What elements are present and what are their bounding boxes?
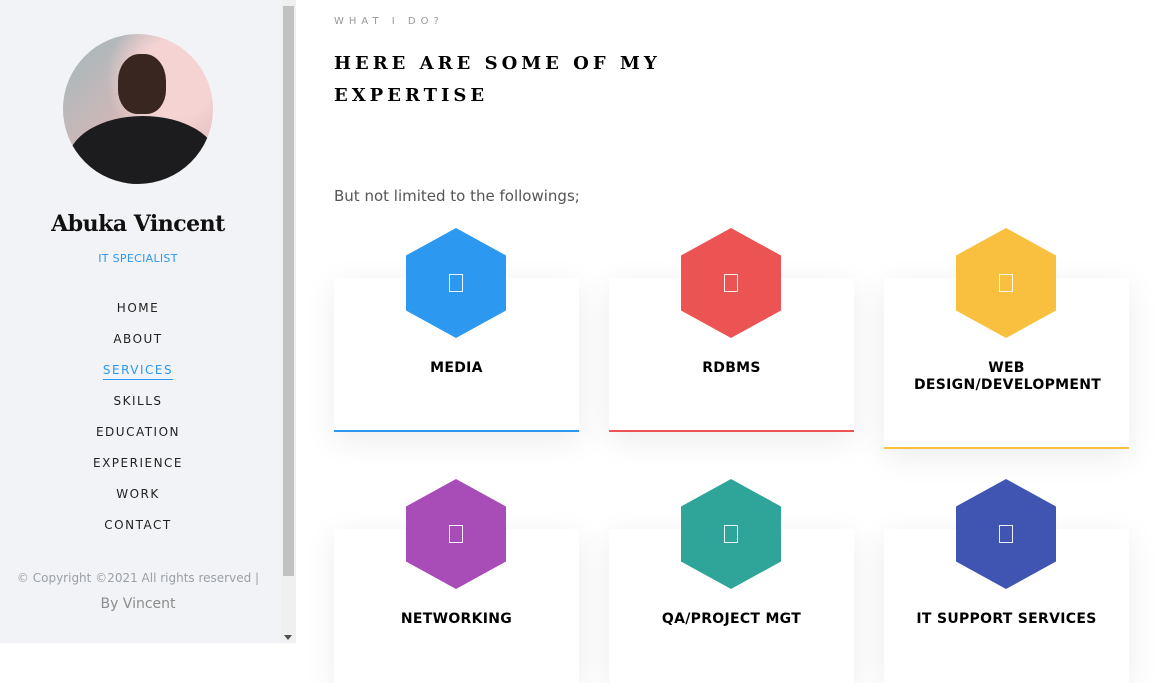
service-card-rdbms: RDBMS	[609, 228, 854, 432]
service-title: NETWORKING	[400, 611, 513, 627]
service-icon	[999, 525, 1013, 543]
service-title: QA/PROJECT MGT	[661, 611, 802, 627]
scrollbar-thumb[interactable]	[283, 6, 294, 576]
sidebar: Abuka Vincent IT SPECIALIST HOME ABOUT S…	[0, 0, 281, 643]
main-nav: HOME ABOUT SERVICES SKILLS EDUCATION EXP…	[0, 297, 276, 545]
service-title: RDBMS	[702, 360, 761, 376]
service-hex-it-support	[956, 479, 1056, 589]
services-section: WHAT I DO? HERE ARE SOME OF MY EXPERTISE…	[296, 0, 1165, 683]
nav-home[interactable]: HOME	[117, 301, 159, 317]
service-hex-networking	[406, 479, 506, 589]
profile-avatar	[63, 34, 213, 184]
service-icon	[724, 525, 738, 543]
nav-work[interactable]: WORK	[116, 487, 160, 503]
profile-name: Abuka Vincent	[51, 211, 225, 237]
section-eyebrow: WHAT I DO?	[334, 16, 444, 27]
nav-services[interactable]: SERVICES	[102, 363, 174, 380]
nav-skills[interactable]: SKILLS	[113, 394, 162, 410]
service-card-it-support: IT SUPPORT SERVICES	[884, 479, 1129, 683]
service-underline	[609, 430, 854, 432]
service-underline	[884, 447, 1129, 449]
service-hex-qa	[681, 479, 781, 589]
profile-role: IT SPECIALIST	[98, 252, 178, 265]
scroll-down-arrow-icon[interactable]	[284, 635, 292, 640]
service-underline	[334, 430, 579, 432]
section-intro: But not limited to the followings;	[334, 187, 580, 205]
section-heading: HERE ARE SOME OF MY EXPERTISE	[334, 53, 661, 106]
service-hex-web	[956, 228, 1056, 338]
service-icon	[449, 274, 463, 292]
service-icon	[449, 525, 463, 543]
service-title: WEB DESIGN/DEVELOPMENT	[914, 360, 1102, 393]
nav-contact[interactable]: CONTACT	[104, 518, 171, 534]
copyright-text: © Copyright ©2021 All rights reserved |	[16, 571, 260, 585]
byline-text: By Vincent	[100, 596, 176, 612]
service-icon	[724, 274, 738, 292]
service-card-media: MEDIA	[334, 228, 579, 432]
nav-about[interactable]: ABOUT	[113, 332, 162, 348]
service-hex-media	[406, 228, 506, 338]
service-title: MEDIA	[430, 360, 483, 376]
service-card-qa: QA/PROJECT MGT	[609, 479, 854, 683]
sidebar-scrollbar[interactable]	[281, 0, 296, 643]
service-card-networking: NETWORKING	[334, 479, 579, 683]
nav-education[interactable]: EDUCATION	[96, 425, 180, 441]
nav-experience[interactable]: EXPERIENCE	[93, 456, 183, 472]
service-card-web: WEB DESIGN/DEVELOPMENT	[884, 228, 1129, 449]
service-title: IT SUPPORT SERVICES	[916, 611, 1097, 627]
service-hex-rdbms	[681, 228, 781, 338]
service-icon	[999, 274, 1013, 292]
